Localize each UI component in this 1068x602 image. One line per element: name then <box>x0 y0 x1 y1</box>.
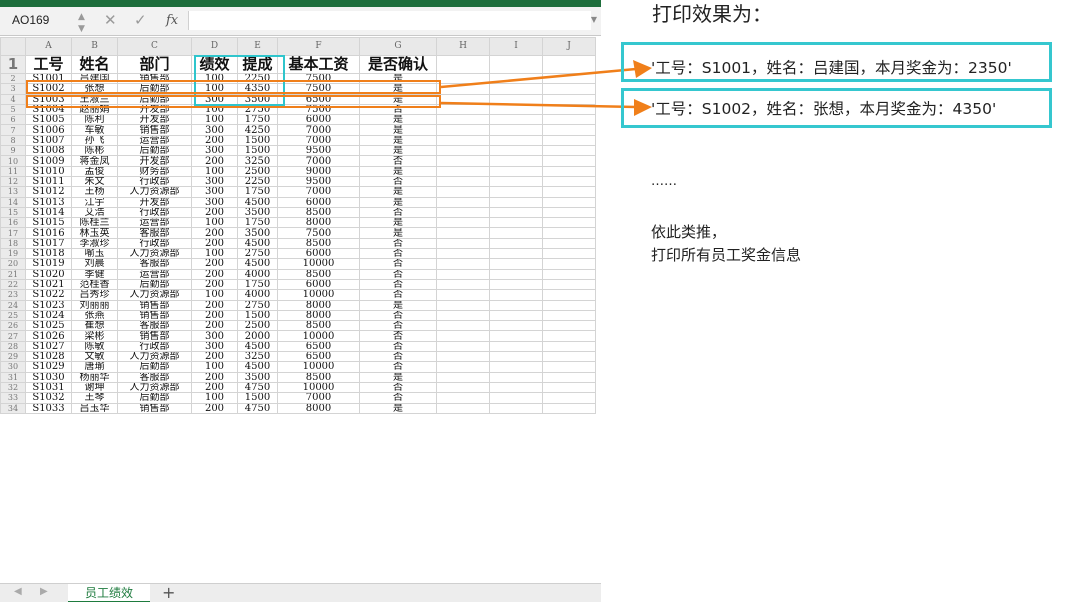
arrow-line-1 <box>440 67 637 89</box>
result-title: 打印效果为： <box>652 2 772 26</box>
ellipsis: …… <box>651 174 677 189</box>
arrow-line-2 <box>440 101 637 109</box>
result-line-1: '工号：S1001，姓名：吕建国，本月奖金为：2350' <box>651 59 1012 77</box>
note-line-2: 打印所有员工奖金信息 <box>651 246 802 264</box>
note-line-1: 依此类推， <box>651 223 727 241</box>
result-line-2: '工号：S1002，姓名：张想，本月奖金为：4350' <box>651 100 997 118</box>
